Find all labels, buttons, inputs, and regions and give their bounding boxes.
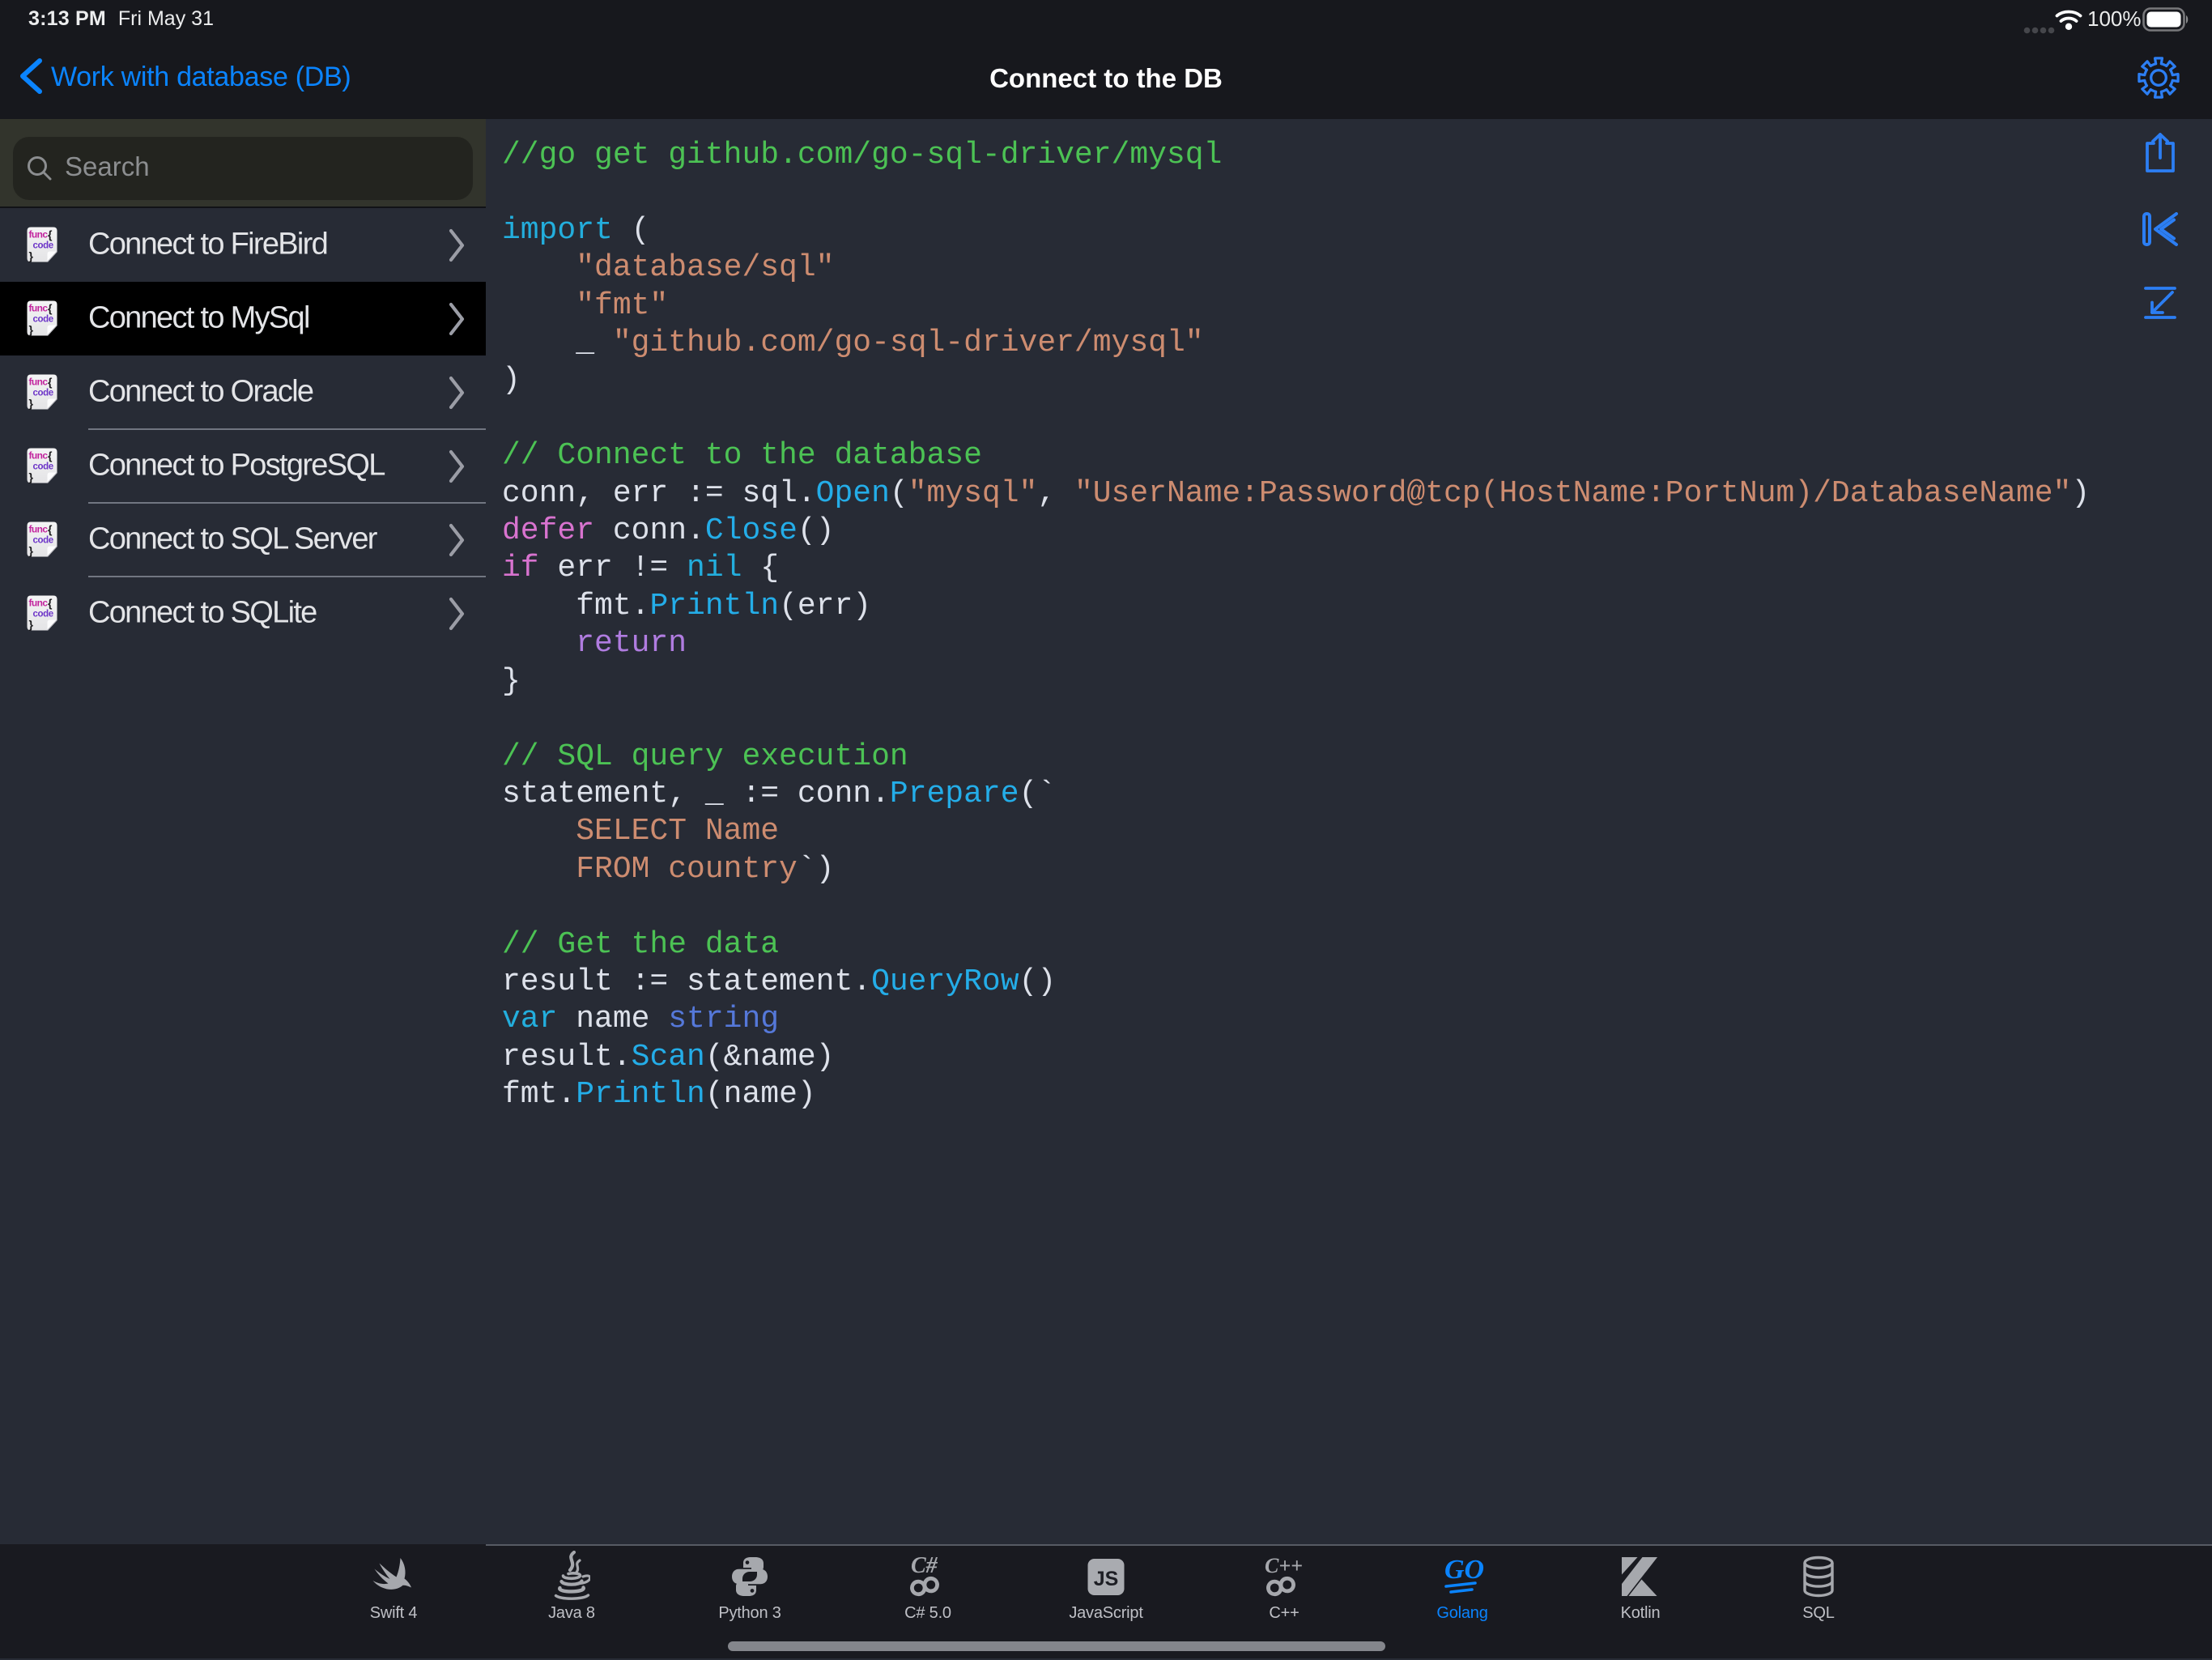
svg-text:}: }	[29, 249, 34, 262]
svg-text:func: func	[29, 229, 49, 240]
svg-text:func: func	[29, 303, 49, 314]
svg-text:code: code	[33, 610, 53, 619]
svg-text:{: {	[48, 597, 53, 610]
svg-text:code: code	[33, 315, 53, 325]
svg-text:}: }	[29, 618, 34, 631]
svg-text:code: code	[33, 462, 53, 472]
svg-text:C++: C++	[1265, 1556, 1303, 1577]
svg-text:}: }	[29, 470, 34, 483]
svg-text:code: code	[33, 536, 53, 546]
svg-text:{: {	[48, 228, 53, 241]
svg-text:GO: GO	[1444, 1555, 1484, 1585]
svg-text:JS: JS	[1094, 1568, 1119, 1590]
svg-text:}: }	[29, 323, 34, 336]
svg-text:{: {	[48, 449, 53, 462]
svg-text:func: func	[29, 524, 49, 535]
svg-text:}: }	[29, 544, 34, 557]
svg-text:{: {	[48, 376, 53, 389]
svg-text:code: code	[33, 241, 53, 251]
svg-text:func: func	[29, 377, 49, 388]
svg-text:}: }	[29, 397, 34, 410]
svg-text:func: func	[29, 598, 49, 609]
svg-text:code: code	[33, 389, 53, 398]
svg-text:{: {	[48, 302, 53, 315]
svg-text:{: {	[48, 523, 53, 536]
svg-text:C#: C#	[911, 1556, 938, 1578]
svg-text:func: func	[29, 450, 49, 462]
